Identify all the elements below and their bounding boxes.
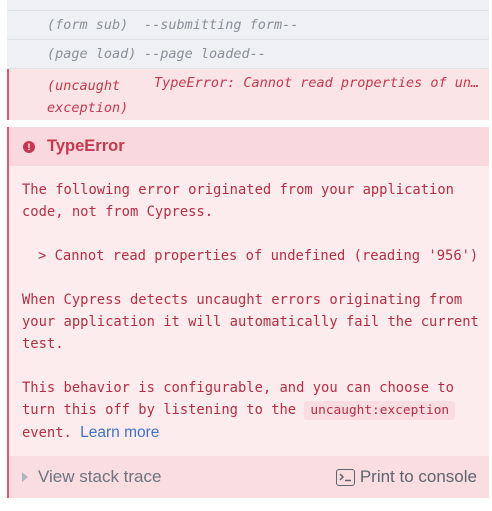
command-log: clear (form sub) --submitting form-- (pa… [7, 0, 489, 120]
error-message: The following error originated from your… [22, 179, 484, 466]
command-row-form-sub[interactable]: (form sub) --submitting form-- [7, 11, 489, 40]
error-header: ! TypeError [9, 127, 489, 166]
terminal-icon [335, 468, 355, 486]
command-name: (uncaught exception) [47, 78, 129, 116]
command-message: --submitting form-- [144, 17, 299, 33]
error-config-text: This behavior is configurable, and you c… [22, 377, 484, 444]
error-title: TypeError [47, 137, 125, 155]
command-message: TypeError: Cannot read properties of un… [154, 75, 480, 91]
command-row-page-load[interactable]: (page load) --page loaded-- [7, 40, 489, 69]
error-origin-text: The following error originated from your… [22, 182, 454, 220]
command-name: (page load) [47, 46, 137, 62]
command-row-uncaught-exception[interactable]: (uncaught exception) TypeError: Cannot r… [7, 69, 489, 120]
error-panel: ! TypeError The following error originat… [7, 127, 489, 498]
view-stack-trace-label: View stack trace [38, 467, 162, 486]
caret-right-icon [22, 472, 28, 482]
print-to-console-button[interactable]: Print to console [335, 467, 477, 487]
uncaught-exception-code: uncaught:exception [304, 401, 456, 420]
error-footer: View stack trace Print to console [9, 456, 489, 498]
alert-circle-icon: ! [23, 140, 35, 153]
print-to-console-label: Print to console [359, 467, 477, 486]
config-text-suffix: event. [22, 425, 81, 441]
command-name: clear [47, 0, 88, 4]
command-name: (form sub) [47, 17, 129, 33]
error-quote: > Cannot read properties of undefined (r… [38, 248, 479, 264]
command-row-clear[interactable]: clear [7, 0, 489, 11]
command-message: --page loaded-- [144, 46, 266, 62]
view-stack-trace-toggle[interactable]: View stack trace [22, 467, 161, 487]
learn-more-link[interactable]: Learn more [80, 424, 159, 441]
error-explanation-text: When Cypress detects uncaught errors ori… [22, 292, 479, 352]
